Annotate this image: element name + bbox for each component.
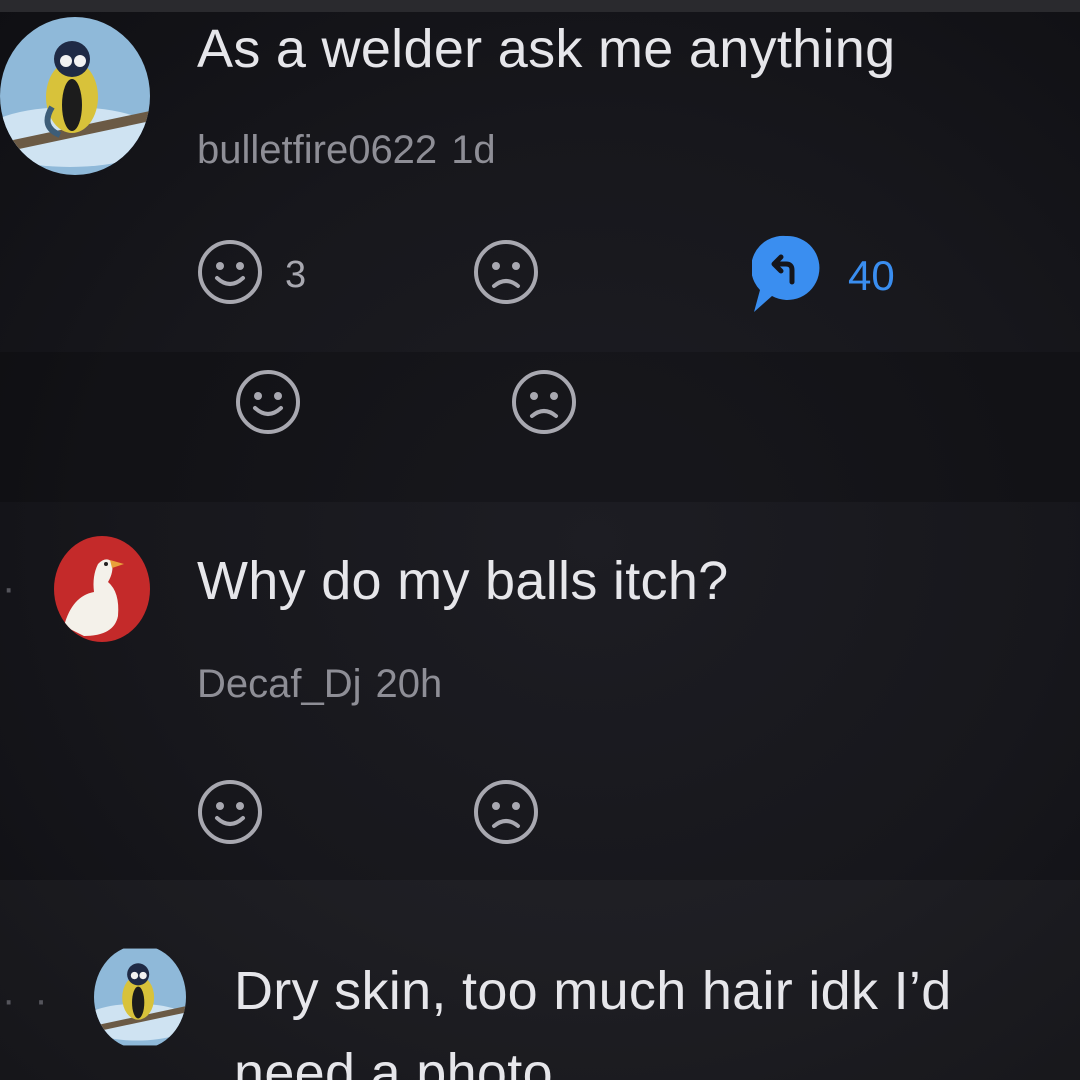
post-meta: bulletfire0622 1d bbox=[197, 128, 496, 173]
thread-dot: · bbox=[2, 566, 20, 610]
comment-meta: Decaf_Dj 20h bbox=[197, 662, 442, 707]
comment-author[interactable]: Decaf_Dj bbox=[197, 662, 362, 706]
like-count: 3 bbox=[285, 254, 307, 296]
avatar-bulletfire0622-reply[interactable] bbox=[94, 945, 186, 1049]
avatar-decaf-dj[interactable] bbox=[54, 536, 150, 642]
comment-text[interactable]: Why do my balls itch? bbox=[197, 550, 728, 612]
post-author[interactable]: bulletfire0622 bbox=[197, 128, 437, 172]
frown-icon[interactable] bbox=[472, 238, 540, 306]
post-time: 1d bbox=[451, 128, 496, 172]
thread-dots: · · bbox=[2, 978, 52, 1022]
frown-icon[interactable] bbox=[472, 778, 540, 846]
reply-bubble-icon[interactable] bbox=[751, 234, 820, 314]
smile-icon[interactable] bbox=[234, 368, 302, 436]
reply-text-line1[interactable]: Dry skin, too much hair idk I’d bbox=[234, 960, 952, 1022]
smile-icon[interactable] bbox=[196, 778, 264, 846]
avatar-bulletfire0622[interactable] bbox=[0, 17, 150, 175]
reply-text-line2[interactable]: need a photo bbox=[234, 1042, 553, 1080]
smile-icon[interactable] bbox=[196, 238, 264, 306]
comment-time: 20h bbox=[375, 662, 443, 706]
reply-count[interactable]: 40 bbox=[848, 252, 895, 300]
post-title[interactable]: As a welder ask me anything bbox=[197, 18, 895, 80]
top-edge bbox=[0, 0, 1080, 12]
thread-screen: As a welder ask me anything bulletfire06… bbox=[0, 0, 1080, 1080]
frown-icon[interactable] bbox=[510, 368, 578, 436]
